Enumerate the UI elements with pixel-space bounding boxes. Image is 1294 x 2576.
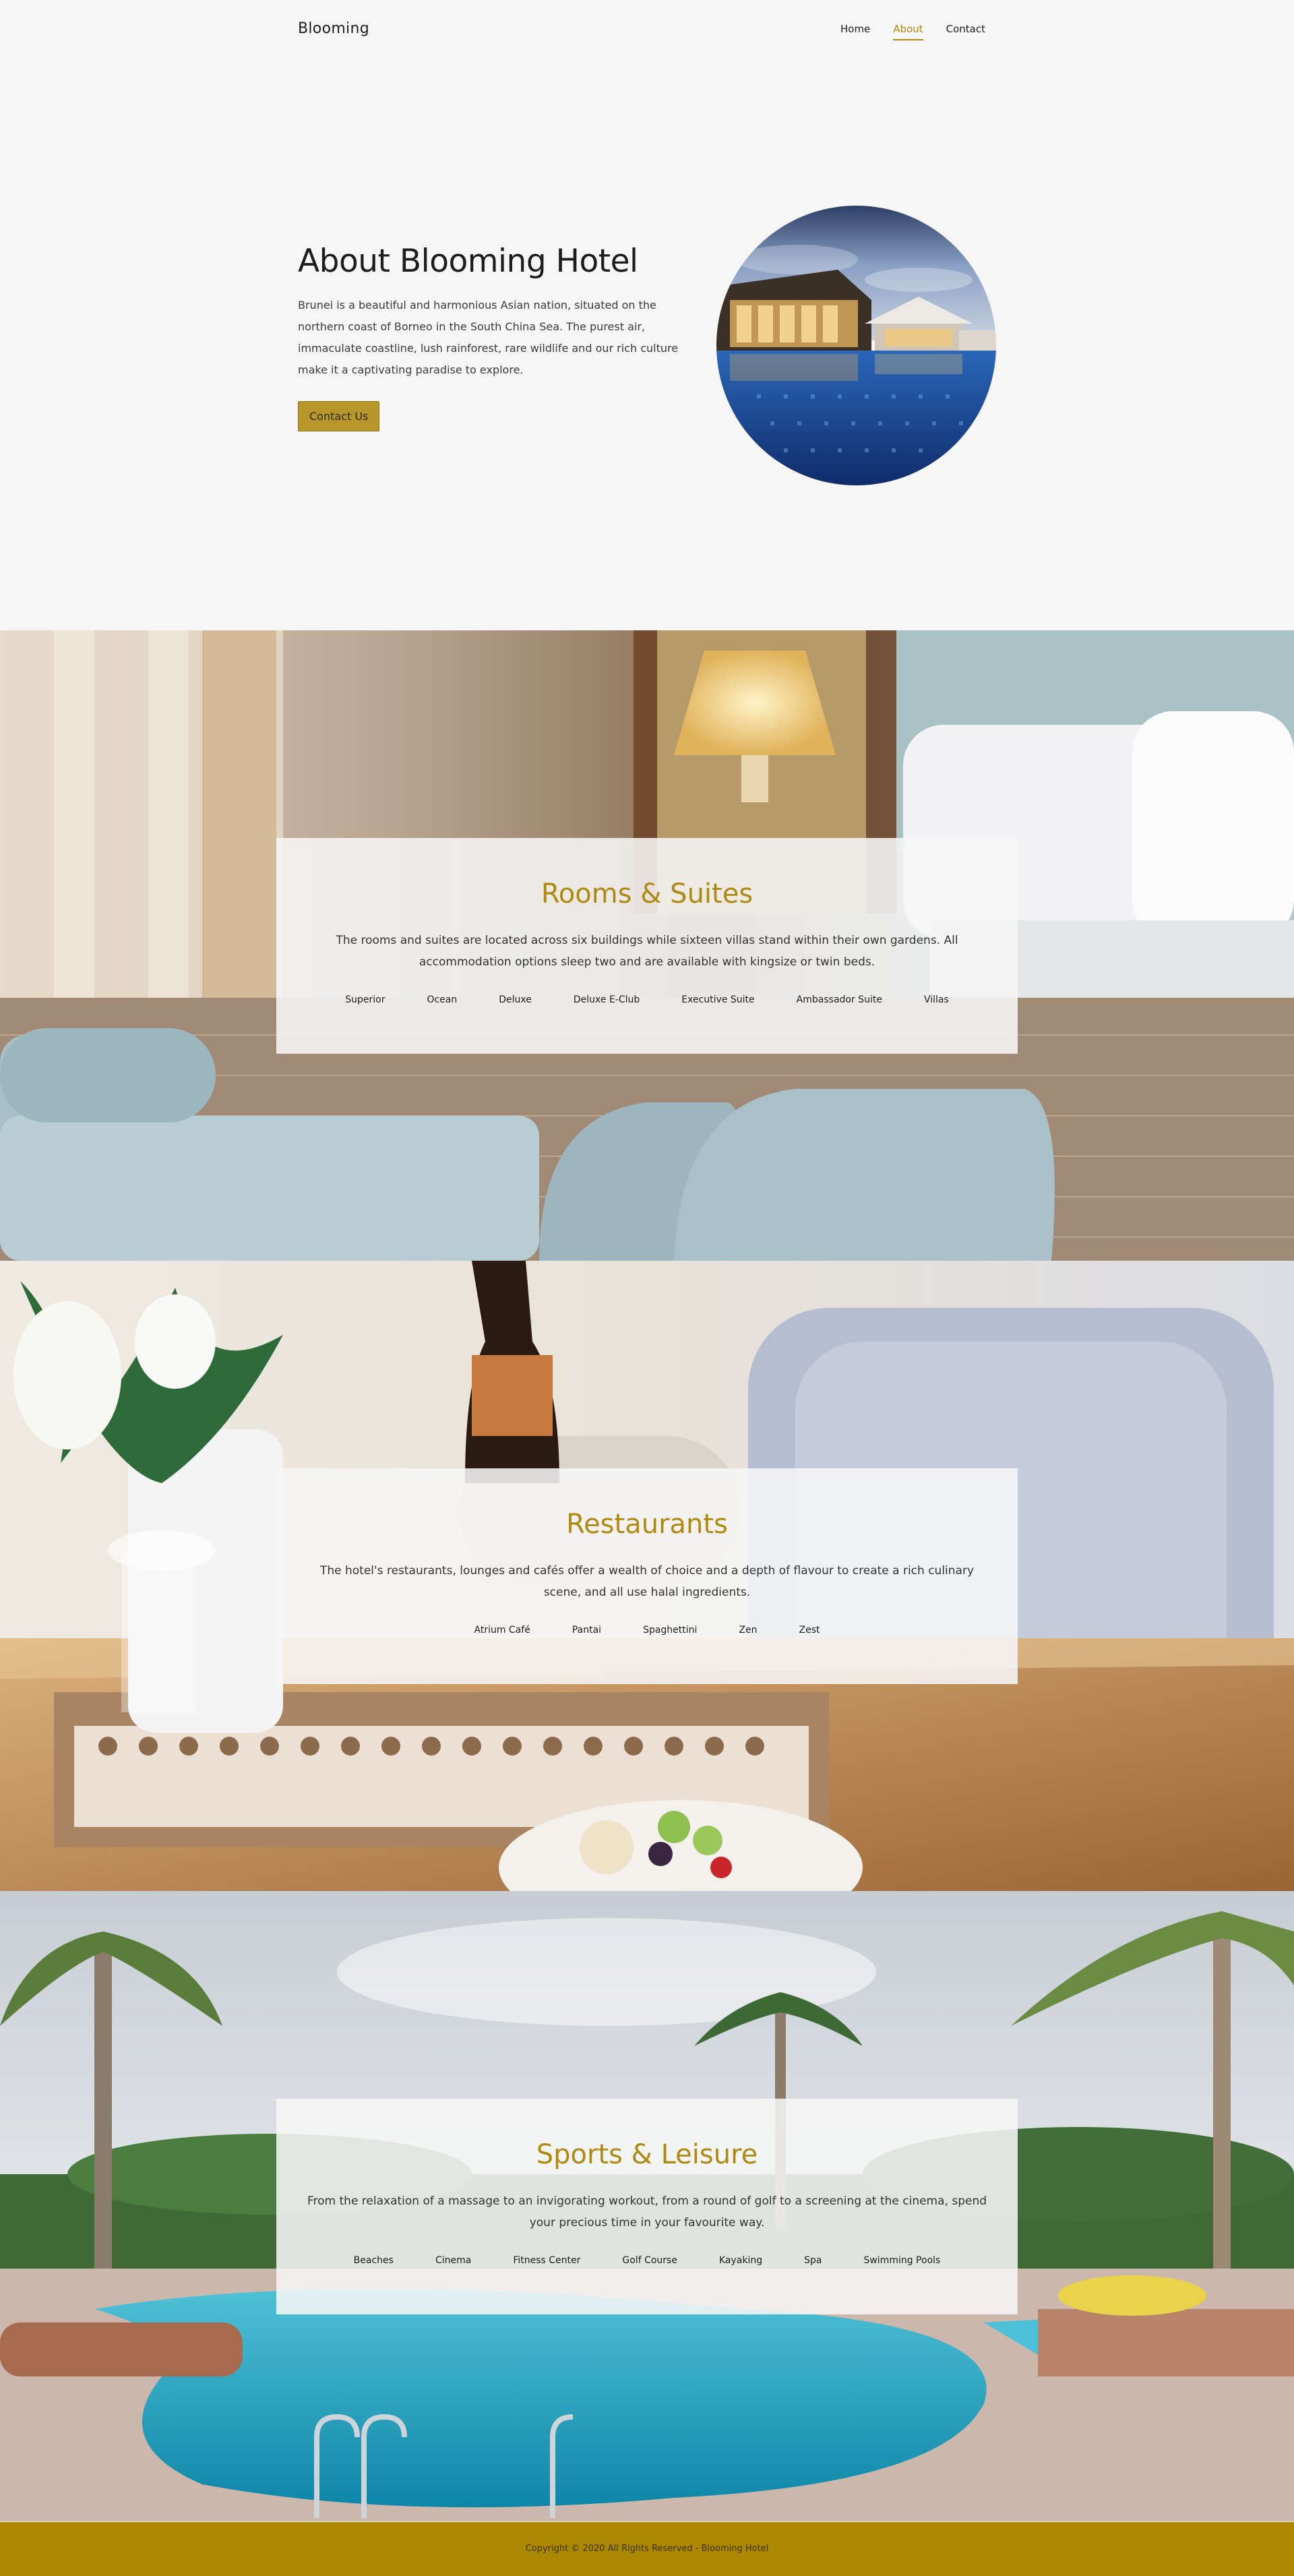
copyright-text: Copyright © 2020 All Rights Reserved - B… xyxy=(525,2544,769,2554)
hotel-pool-photo xyxy=(716,206,996,485)
restaurant-list: Atrium Café Pantai Spaghettini Zen Zest xyxy=(276,1622,1018,1638)
restaurant-item[interactable]: Atrium Café xyxy=(454,1622,551,1638)
room-type-item[interactable]: Deluxe xyxy=(478,992,553,1008)
main-nav: Home About Contact xyxy=(840,23,985,40)
rooms-card: Rooms & Suites The rooms and suites are … xyxy=(276,838,1018,1054)
facility-item[interactable]: Kayaking xyxy=(698,2252,783,2269)
hero-text: About Blooming Hotel Brunei is a beautif… xyxy=(298,243,702,431)
contact-us-button[interactable]: Contact Us xyxy=(298,401,380,431)
restaurants-card: Restaurants The hotel's restaurants, lou… xyxy=(276,1468,1018,1684)
room-type-item[interactable]: Executive Suite xyxy=(660,992,775,1008)
nav-contact[interactable]: Contact xyxy=(946,23,985,40)
facility-list: Beaches Cinema Fitness Center Golf Cours… xyxy=(276,2252,1018,2269)
facility-item[interactable]: Beaches xyxy=(333,2252,414,2269)
section-title: Restaurants xyxy=(566,1509,728,1540)
brand-logo[interactable]: Blooming xyxy=(298,20,369,37)
section-title: Rooms & Suites xyxy=(541,878,753,909)
restaurants-section: Restaurants The hotel's restaurants, lou… xyxy=(0,1261,1294,1891)
sports-card: Sports & Leisure From the relaxation of … xyxy=(276,2099,1018,2314)
room-type-item[interactable]: Ocean xyxy=(406,992,478,1008)
section-title: Sports & Leisure xyxy=(536,2139,758,2170)
room-type-item[interactable]: Villas xyxy=(903,992,970,1008)
rooms-section: Rooms & Suites The rooms and suites are … xyxy=(0,630,1294,1261)
facility-item[interactable]: Cinema xyxy=(414,2252,492,2269)
section-description: From the relaxation of a massage to an i… xyxy=(307,2194,987,2229)
facility-item[interactable]: Fitness Center xyxy=(492,2252,601,2269)
page-title: About Blooming Hotel xyxy=(298,243,638,280)
restaurant-item[interactable]: Zest xyxy=(778,1622,841,1638)
sports-leisure-section: Sports & Leisure From the relaxation of … xyxy=(0,1891,1294,2521)
site-header: Blooming Home About Contact xyxy=(0,0,1294,61)
room-type-item[interactable]: Superior xyxy=(324,992,406,1008)
section-description: The hotel's restaurants, lounges and caf… xyxy=(319,1564,975,1599)
site-footer: Copyright © 2020 All Rights Reserved - B… xyxy=(0,2522,1294,2576)
room-types-list: Superior Ocean Deluxe Deluxe E-Club Exec… xyxy=(276,992,1018,1008)
facility-item[interactable]: Swimming Pools xyxy=(842,2252,961,2269)
restaurant-item[interactable]: Spaghettini xyxy=(622,1622,718,1638)
facility-item[interactable]: Golf Course xyxy=(601,2252,698,2269)
restaurant-item[interactable]: Pantai xyxy=(551,1622,622,1638)
section-description: The rooms and suites are located across … xyxy=(336,934,958,969)
nav-about[interactable]: About xyxy=(893,23,923,40)
room-type-item[interactable]: Ambassador Suite xyxy=(776,992,903,1008)
facility-item[interactable]: Spa xyxy=(783,2252,842,2269)
restaurant-item[interactable]: Zen xyxy=(718,1622,778,1638)
about-hero: About Blooming Hotel Brunei is a beautif… xyxy=(0,61,1294,630)
nav-home[interactable]: Home xyxy=(840,23,870,40)
room-type-item[interactable]: Deluxe E-Club xyxy=(553,992,660,1008)
hero-description: Brunei is a beautiful and harmonious Asi… xyxy=(298,299,679,376)
